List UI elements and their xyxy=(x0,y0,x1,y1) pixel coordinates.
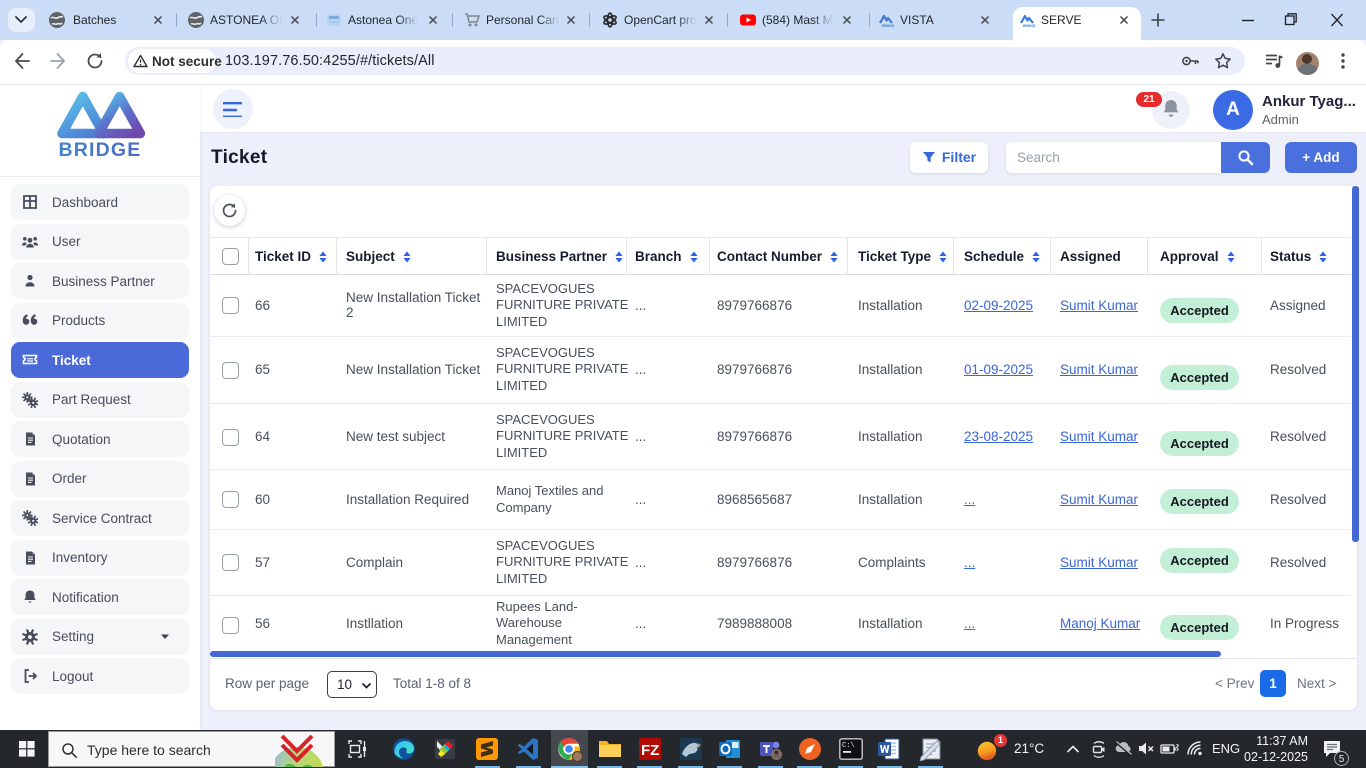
svg-text:FZ: FZ xyxy=(641,742,659,759)
svg-text:BRIDGE: BRIDGE xyxy=(1023,24,1035,28)
svg-text:BRIDGE: BRIDGE xyxy=(882,24,894,28)
svg-text:C:\: C:\ xyxy=(842,742,855,750)
